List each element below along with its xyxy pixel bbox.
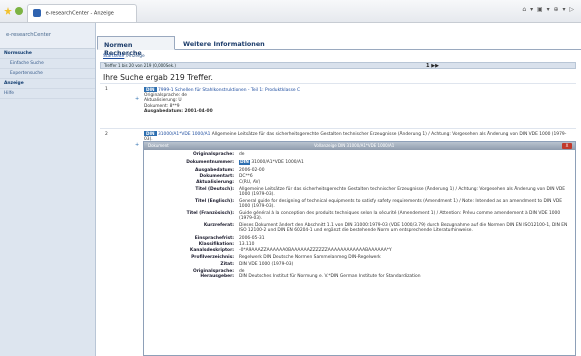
result-title-link[interactable]: 31000/A1*VDE 1000/A1 xyxy=(158,132,210,137)
result-line: Ausgabedatum: 2001-04-00 xyxy=(144,109,213,115)
field-value: 2006-05-31 xyxy=(239,236,265,241)
field-value-text: 31000/A1*VDE 1000/A1 xyxy=(251,160,304,165)
breadcrumb-current: /Anzeige xyxy=(124,54,145,59)
breadcrumb: Startseite /Anzeige xyxy=(103,54,145,59)
popup-header[interactable]: Dokument Vollanzeige DIN 31000/A1*VDE 10… xyxy=(144,142,575,150)
tab-weitere-informationen[interactable]: Weitere Informationen xyxy=(177,36,271,50)
field-label: Profilverzeichnis: xyxy=(191,255,234,260)
norm-tag: DIN xyxy=(144,131,157,137)
browser-tab[interactable]: e-researchCenter - Anzeige xyxy=(27,4,137,22)
field-value: -0*A9AAAZZAAAAAA0BAAAAAAZZZZZZAAAAAAAAAA… xyxy=(239,248,392,253)
field-value: General guide for designing of technical… xyxy=(239,199,562,210)
field-value: 13.110 xyxy=(239,242,255,247)
field-value: 2006-02-00 xyxy=(239,168,265,173)
field-label: Titel (Französisch): xyxy=(186,211,234,216)
field-label: Kanalsdeskriptor: xyxy=(189,248,234,253)
field-value: DIN Deutsches Institut für Normung e. V.… xyxy=(239,274,421,279)
close-icon[interactable]: X xyxy=(562,143,572,149)
pager-navigation[interactable]: 1 ▶▶ xyxy=(426,63,439,69)
add-favorite-icon[interactable] xyxy=(15,7,23,15)
browser-command-bar[interactable]: ⌂ ▾ ▣ ▾ ⊕ ▾ ▷ xyxy=(522,6,575,13)
result-row: 1 + DIN 7999-1 Schellen für Stahlkonstru… xyxy=(100,83,576,127)
result-number: 1 xyxy=(105,87,108,92)
field-label: Ausgabedatum: xyxy=(194,168,234,173)
site-favicon-icon xyxy=(33,9,41,17)
field-label: Dokumentart: xyxy=(199,174,234,179)
field-value: C(RU, AV) xyxy=(239,180,261,185)
field-label: Einsprachefrist: xyxy=(194,236,234,241)
pager-range: Treffer 1 bis 20 von 219 (0,000Sek.) xyxy=(104,63,176,68)
browser-tab-title: e-researchCenter - Anzeige xyxy=(45,10,114,17)
field-value: DIN VDE 1000 (1979-03) xyxy=(239,262,294,267)
field-label: Zitat: xyxy=(220,262,234,267)
field-label: Originalsprache: xyxy=(193,152,234,157)
app-logo: e-researchCenter xyxy=(0,23,95,49)
norm-tag: DIN xyxy=(144,87,157,92)
sidebar-item-anzeige[interactable]: Anzeige xyxy=(0,79,95,89)
tab-normen-recherche[interactable]: Normen Recherche xyxy=(97,36,175,57)
field-value: Guide général à la conception des produi… xyxy=(239,211,561,222)
field-label: Titel (Deutsch): xyxy=(195,187,234,192)
expand-icon[interactable]: + xyxy=(135,96,139,102)
field-value: DC**6 xyxy=(239,174,253,179)
detail-popup: Dokument Vollanzeige DIN 31000/A1*VDE 10… xyxy=(143,141,576,356)
main-tab-bar: Normen Recherche Weitere Informationen xyxy=(97,36,581,57)
field-value: Dieses Dokument ändert den Abschnitt 1.1… xyxy=(239,223,568,234)
result-number: 2 xyxy=(105,132,108,137)
favorites-star-icon[interactable] xyxy=(4,7,12,15)
popup-header-label: Dokument xyxy=(148,143,169,148)
field-value: de xyxy=(239,152,245,157)
browser-toolbar: e-researchCenter - Anzeige ⌂ ▾ ▣ ▾ ⊕ ▾ ▷ xyxy=(0,0,581,23)
hit-count: Ihre Suche ergab 219 Treffer. xyxy=(103,73,213,82)
field-label: Dokumentnummer: xyxy=(186,160,234,165)
sidebar-item-hilfe[interactable]: Hilfe xyxy=(0,89,95,99)
field-label: Herausgeber: xyxy=(200,274,234,279)
pager-bar: Treffer 1 bis 20 von 219 (0,000Sek.) 1 ▶… xyxy=(100,62,576,69)
sidebar-nav: Normsuche Einfache Suche Expertensuche Anze… xyxy=(0,49,95,99)
popup-title: Vollanzeige DIN 31000/A1*VDE 1000/A1 xyxy=(314,143,395,148)
sidebar-item-einfache-suche[interactable]: Einfache Suche xyxy=(0,59,95,69)
field-label: Titel (Englisch): xyxy=(195,199,234,204)
sidebar-item-normsuche[interactable]: Normsuche xyxy=(0,49,95,59)
field-value: Regelwerk DIN Deutsche Normen Sammelanme… xyxy=(239,255,381,260)
field-label: Klassifikation: xyxy=(198,242,234,247)
sidebar-item-expertensuche[interactable]: Expertensuche xyxy=(0,69,95,79)
field-label: Aktualisierung: xyxy=(196,180,234,185)
expand-icon[interactable]: + xyxy=(135,142,139,148)
field-label: Kurzreferat: xyxy=(203,223,234,228)
sidebar: e-researchCenter Normsuche Einfache Suche… xyxy=(0,23,96,356)
field-value: DIN 31000/A1*VDE 1000/A1 xyxy=(239,160,569,166)
norm-tag: DIN xyxy=(239,160,250,166)
field-value: Allgemeine Leitsätze für das sicherheits… xyxy=(239,187,566,198)
breadcrumb-home-link[interactable]: Startseite xyxy=(103,54,124,59)
result-content: DIN 7999-1 Schellen für Stahlkonstruktio… xyxy=(144,87,569,115)
